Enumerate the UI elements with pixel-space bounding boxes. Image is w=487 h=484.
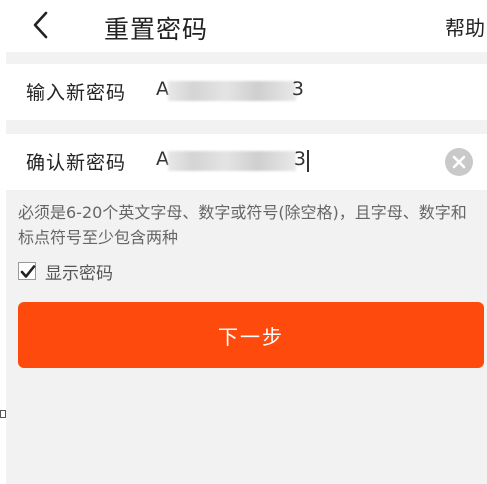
next-step-button[interactable]: 下一步 [18, 302, 484, 368]
back-button[interactable] [26, 8, 60, 42]
text-cursor [307, 150, 309, 172]
form-area: 输入新密码 A 3 确认新密码 A 3 必须是6-20个英文字母、数字或符号(除… [6, 52, 487, 484]
redaction-blur [168, 81, 296, 101]
new-password-row: 输入新密码 A 3 [6, 64, 487, 120]
edge-marker [0, 410, 6, 418]
new-password-value-end: 3 [291, 78, 304, 100]
checkmark-icon [20, 265, 36, 278]
redaction-blur [168, 151, 296, 171]
password-rules-hint: 必须是6-20个英文字母、数字或符号(除空格)，且字母、数字和标点符号至少包含两… [18, 203, 467, 247]
next-step-label: 下一步 [218, 325, 284, 349]
app-header: 重置密码 帮助 [0, 0, 487, 52]
page-title: 重置密码 [104, 15, 209, 44]
show-password-label: 显示密码 [45, 264, 113, 284]
clear-button[interactable] [445, 148, 473, 176]
clear-icon [452, 155, 466, 169]
confirm-password-row: 确认新密码 A 3 [6, 134, 487, 190]
confirm-password-field[interactable]: A 3 [156, 148, 314, 174]
confirm-password-value-end: 3 [293, 148, 306, 170]
help-link[interactable]: 帮助 [445, 12, 485, 41]
chevron-left-icon [33, 11, 48, 39]
show-password-checkbox[interactable] [18, 262, 36, 280]
new-password-field[interactable]: A 3 [156, 78, 326, 104]
new-password-label: 输入新密码 [26, 82, 127, 104]
confirm-password-label: 确认新密码 [26, 152, 127, 174]
